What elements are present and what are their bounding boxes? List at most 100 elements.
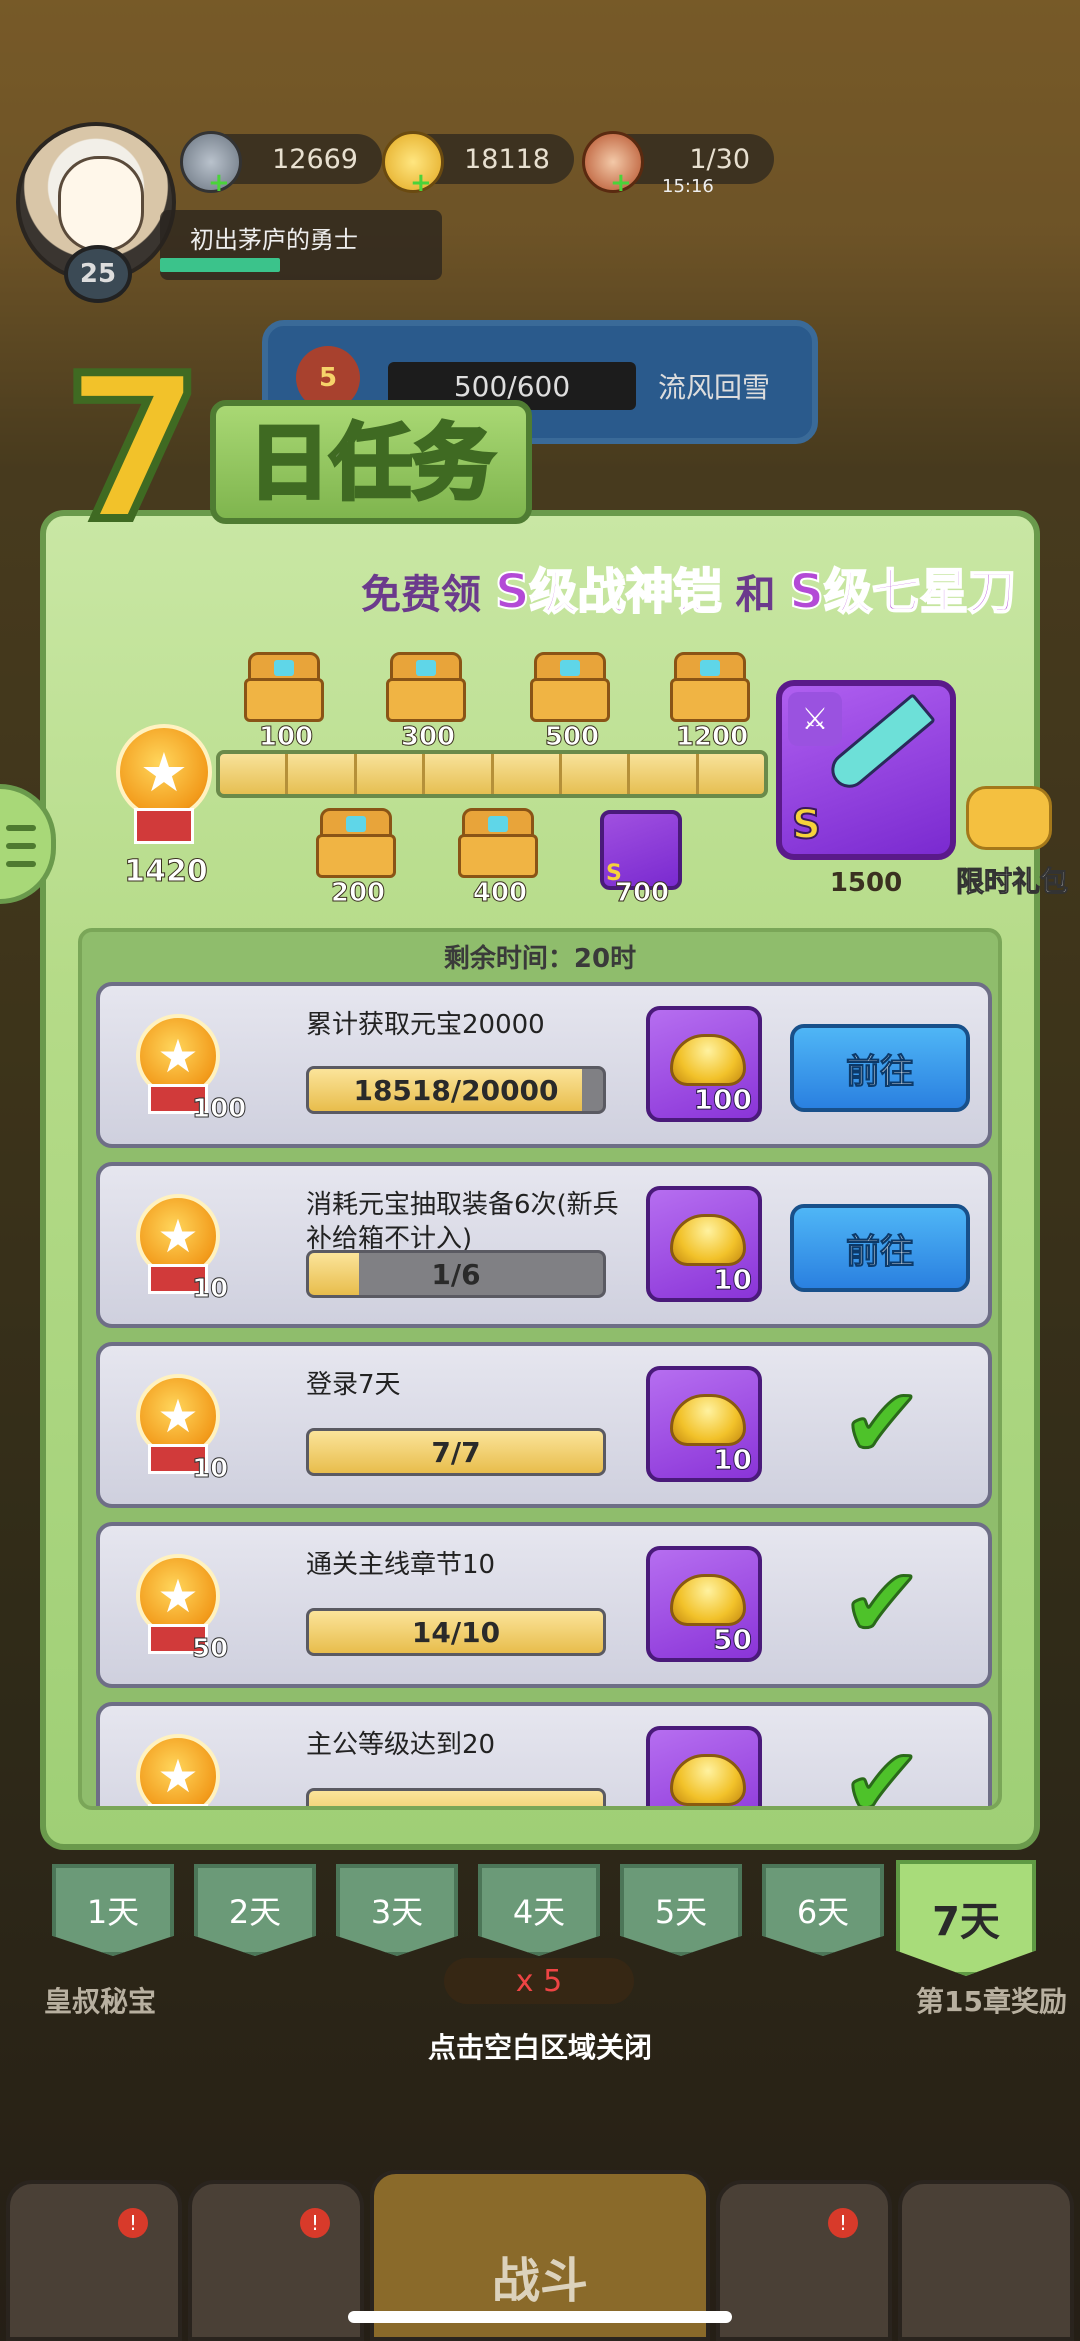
royal-uncle-treasure-label[interactable]: 皇叔秘宝 bbox=[44, 1980, 156, 2020]
milestone-label: 100 bbox=[258, 722, 314, 753]
gift-label[interactable]: 限时礼包 bbox=[942, 860, 1080, 900]
reward-count: 50 bbox=[713, 1623, 753, 1657]
task-points: 100 bbox=[191, 1094, 247, 1125]
task-progress-text: 7/7 bbox=[431, 1435, 481, 1469]
medal-ribbon bbox=[134, 808, 194, 844]
task-card: ★ 主公等级达到20 ✔ bbox=[96, 1702, 992, 1810]
home-indicator[interactable] bbox=[348, 2311, 732, 2323]
panel-subtitle: 免费领 S级战神铠 和 S级七星刀 bbox=[256, 552, 1017, 622]
reward-count: 10 bbox=[713, 1443, 753, 1477]
plus-icon[interactable]: + bbox=[610, 168, 632, 198]
task-title: 累计获取元宝20000 bbox=[306, 1010, 545, 1040]
nav-upgrade[interactable] bbox=[898, 2180, 1074, 2341]
ingot-resource[interactable]: 18118 + bbox=[382, 131, 574, 198]
chest-icon-1200[interactable] bbox=[668, 652, 752, 724]
menu-icon-line bbox=[6, 825, 36, 831]
medal-ribbon bbox=[148, 1804, 208, 1806]
gold-ingot-icon bbox=[670, 1214, 746, 1266]
task-reward[interactable]: 50 bbox=[646, 1546, 762, 1662]
points-progress-track bbox=[216, 750, 768, 798]
task-progress-text: 14/10 bbox=[411, 1615, 501, 1649]
gold-ingot-icon bbox=[670, 1574, 746, 1626]
task-card: ★ 50 通关主线章节10 14/10 50 ✔ bbox=[96, 1522, 992, 1688]
plus-icon[interactable]: + bbox=[410, 168, 432, 198]
task-card: ★ 10 消耗元宝抽取装备6次(新兵补给箱不计入) 1/6 10 前往 bbox=[96, 1162, 992, 1328]
task-title: 通关主线章节10 bbox=[306, 1550, 496, 1580]
task-list[interactable]: 剩余时间：20时 ★ 100 累计获取元宝20000 18518/20000 100 前往… bbox=[78, 928, 1002, 1810]
task-progress-bar: 1/6 bbox=[306, 1250, 606, 1298]
go-button[interactable]: 前往 bbox=[790, 1024, 970, 1112]
chest-icon-100[interactable] bbox=[242, 652, 326, 724]
task-progress-text: 18518/20000 bbox=[353, 1073, 559, 1107]
stamina-amount: 1/30 bbox=[689, 143, 750, 175]
nav-heroes[interactable]: ! bbox=[716, 2180, 892, 2341]
menu-icon-line bbox=[6, 843, 36, 849]
task-progress-text: 1/6 bbox=[431, 1257, 481, 1291]
task-progress-bar bbox=[306, 1788, 606, 1806]
stage-progress-text: 500/600 bbox=[453, 369, 571, 403]
chest-icon-300[interactable] bbox=[384, 652, 468, 724]
task-reward[interactable] bbox=[646, 1726, 762, 1806]
silver-resource[interactable]: 12669 + bbox=[180, 131, 382, 198]
points-star-icon: ★ bbox=[116, 724, 212, 820]
go-button[interactable]: 前往 bbox=[790, 1204, 970, 1292]
final-milestone: 1500 bbox=[829, 868, 903, 898]
subtitle-item-blade: S级七星刀 bbox=[788, 563, 1017, 621]
blade-reward-icon[interactable]: ⚔ S bbox=[776, 680, 956, 860]
player-level: 25 bbox=[64, 245, 132, 303]
alert-badge: ! bbox=[300, 2208, 330, 2238]
stage-name: 流风回雪 bbox=[658, 371, 771, 404]
close-hint: 点击空白区域关闭 bbox=[427, 2031, 652, 2064]
task-progress-bar: 14/10 bbox=[306, 1608, 606, 1656]
completed-check-icon: ✔ bbox=[840, 1367, 923, 1479]
completed-check-icon: ✔ bbox=[840, 1547, 923, 1659]
nav-shop[interactable]: ! bbox=[6, 2180, 182, 2341]
multiplier-text: x 5 bbox=[515, 1963, 563, 1999]
subtitle-and: 和 bbox=[735, 572, 776, 618]
reward-count: 10 bbox=[713, 1263, 753, 1297]
gold-ingot-icon bbox=[670, 1034, 746, 1086]
xp-bar bbox=[160, 258, 280, 272]
milestone-label: 500 bbox=[544, 722, 600, 753]
chapter-reward-label[interactable]: 第15章奖励 bbox=[916, 1980, 1067, 2020]
chest-icon-200[interactable] bbox=[314, 808, 398, 880]
task-card: ★ 100 累计获取元宝20000 18518/20000 100 前往 bbox=[96, 982, 992, 1148]
battle-label: 战斗 bbox=[491, 2253, 588, 2309]
alert-badge: ! bbox=[118, 2208, 148, 2238]
subtitle-item-armor: S级战神铠 bbox=[494, 563, 723, 621]
milestone-label: 300 bbox=[400, 722, 456, 753]
gold-ingot-icon bbox=[670, 1394, 746, 1446]
milestone-label: 200 bbox=[330, 878, 386, 909]
panel-title: 日任务 bbox=[246, 414, 496, 513]
completed-check-icon: ✔ bbox=[840, 1727, 923, 1810]
ingot-amount: 18118 bbox=[464, 143, 550, 175]
task-reward[interactable]: 100 bbox=[646, 1006, 762, 1122]
milestone-label: 400 bbox=[472, 878, 528, 909]
stamina-timer: 15:16 bbox=[662, 176, 714, 197]
milestone-label: 1200 bbox=[675, 722, 749, 753]
nav-equipment[interactable]: ! bbox=[188, 2180, 364, 2341]
remaining-time: 剩余时间：20时 bbox=[443, 944, 637, 974]
silver-amount: 12669 bbox=[272, 143, 358, 175]
task-title: 主公等级达到20 bbox=[306, 1730, 496, 1760]
grade-letter: S bbox=[791, 801, 822, 849]
gold-ingot-icon bbox=[670, 1754, 746, 1806]
plus-icon[interactable]: + bbox=[208, 168, 230, 198]
panel-title-number: 7 bbox=[60, 333, 207, 566]
task-progress-text bbox=[309, 1791, 603, 1806]
limited-gift-pack[interactable] bbox=[956, 760, 1060, 852]
current-points: 1420 bbox=[124, 854, 209, 890]
player-title: 初出茅庐的勇士 bbox=[190, 226, 358, 254]
task-points: 10 bbox=[191, 1454, 229, 1485]
chest-icon-400[interactable] bbox=[456, 808, 540, 880]
task-reward[interactable]: 10 bbox=[646, 1186, 762, 1302]
task-points: 50 bbox=[191, 1634, 229, 1665]
task-title: 消耗元宝抽取装备6次(新兵补给箱不计入) bbox=[306, 1190, 619, 1254]
sword-tag-icon: ⚔ bbox=[788, 692, 842, 746]
task-progress-bar: 18518/20000 bbox=[306, 1066, 606, 1114]
gift-bag-icon bbox=[966, 786, 1052, 850]
alert-badge: ! bbox=[828, 2208, 858, 2238]
subtitle-prefix: 免费领 bbox=[361, 572, 482, 618]
chest-icon-500[interactable] bbox=[528, 652, 612, 724]
task-reward[interactable]: 10 bbox=[646, 1366, 762, 1482]
